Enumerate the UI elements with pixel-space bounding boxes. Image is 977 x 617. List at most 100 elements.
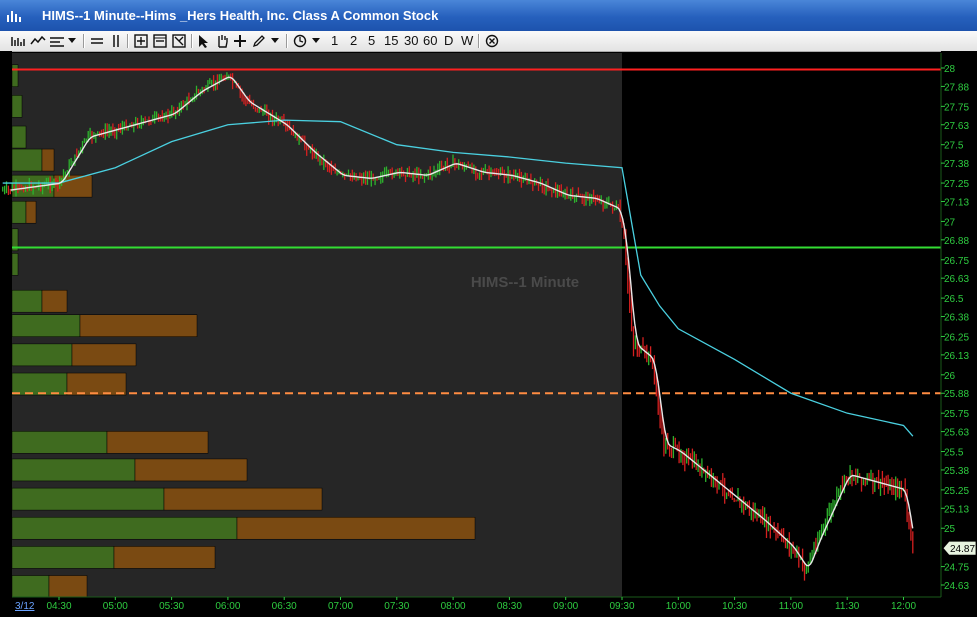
chart-app-icon	[7, 11, 21, 22]
price-tick-label: 26.5	[944, 294, 964, 305]
interval-day[interactable]: D	[444, 33, 453, 48]
time-tick-label: 08:00	[441, 601, 466, 612]
price-chart[interactable]: HIMS--1 Minute 28 27.88 27.75 27.63 27.5 27.38…	[0, 51, 977, 617]
price-tick-label: 25.13	[944, 504, 969, 515]
price-tick-label: 25.25	[944, 486, 969, 497]
price-tick-label: 27.38	[944, 159, 969, 170]
volume-profile-buy-bar	[11, 546, 115, 569]
chart-toolbar: 1 2 5 15 30 60 D W	[0, 31, 977, 52]
horizontal-lines-icon[interactable]	[90, 32, 104, 50]
time-tick-label: 05:30	[159, 601, 184, 612]
time-tick-label: 06:00	[215, 601, 240, 612]
time-tick-label: 09:00	[553, 601, 578, 612]
price-tick-label: 25	[944, 524, 956, 535]
hand-icon[interactable]	[214, 32, 230, 50]
interval-15[interactable]: 15	[384, 33, 398, 48]
dropdown-icon[interactable]	[311, 32, 321, 50]
price-tick-label: 27.25	[944, 179, 969, 190]
zoom-custom-icon[interactable]	[171, 32, 187, 50]
indicator-icon[interactable]	[48, 32, 66, 50]
draw-style-icon[interactable]	[29, 32, 47, 50]
pointer-icon[interactable]	[196, 32, 212, 50]
interval-1[interactable]: 1	[331, 33, 338, 48]
price-tick-label: 26.13	[944, 351, 969, 362]
volume-profile-buy-bar	[11, 289, 43, 313]
interval-2[interactable]: 2	[350, 33, 357, 48]
volume-profile-buy-bar	[11, 575, 50, 598]
volume-profile-sell-bar	[71, 343, 137, 367]
volume-profile-buy-bar	[11, 343, 73, 367]
volume-profile-sell-bar	[106, 431, 209, 454]
volume-profile-buy-bar	[11, 516, 238, 540]
volume-profile-buy-bar	[11, 253, 19, 276]
price-tick-label: 25.63	[944, 428, 969, 439]
volume-profile-buy-bar	[11, 95, 23, 118]
volume-profile-buy-bar	[11, 200, 27, 224]
date-label: 3/12	[15, 601, 35, 612]
volume-profile-sell-bar	[236, 516, 476, 540]
price-tick-label: 26.75	[944, 256, 969, 267]
close-circle-icon[interactable]	[484, 32, 500, 50]
pencil-icon[interactable]	[251, 32, 267, 50]
price-tick-label: 25.75	[944, 409, 969, 420]
volume-profile-sell-bar	[66, 372, 127, 396]
volume-profile-buy-bar	[11, 458, 136, 482]
last-price-label: 24.87	[950, 544, 975, 555]
interval-60[interactable]: 60	[423, 33, 437, 48]
volume-profile-sell-bar	[79, 314, 198, 337]
chart-style-icon[interactable]	[10, 32, 26, 50]
price-tick-label: 27.63	[944, 121, 969, 132]
interval-30[interactable]: 30	[404, 33, 418, 48]
volume-profile-buy-bar	[11, 431, 108, 454]
time-tick-label: 07:30	[384, 601, 409, 612]
price-tick-label: 24.63	[944, 581, 969, 592]
time-tick-label: 08:30	[497, 601, 522, 612]
window-title: HIMS--1 Minute--Hims _Hers Health, Inc. …	[42, 8, 439, 23]
price-tick-label: 26.38	[944, 313, 969, 324]
time-tick-label: 11:00	[779, 601, 804, 612]
clock-icon[interactable]	[292, 32, 308, 50]
price-tick-label: 26.25	[944, 332, 969, 343]
price-tick-label: 27.88	[944, 82, 969, 93]
price-tick-label: 24.75	[944, 563, 969, 574]
volume-profile-sell-bar	[163, 487, 323, 511]
chart-watermark-title: HIMS--1 Minute	[471, 274, 579, 291]
volume-profile-sell-bar	[41, 148, 55, 172]
crosshair-icon[interactable]	[232, 32, 248, 50]
price-tick-label: 26	[944, 371, 956, 382]
time-tick-label: 10:30	[722, 601, 747, 612]
volume-profile-sell-bar	[41, 289, 68, 313]
time-tick-label: 12:00	[891, 601, 916, 612]
volume-profile-sell-bar	[25, 200, 37, 224]
volume-profile-sell-bar	[134, 458, 248, 482]
volume-profile-buy-bar	[11, 64, 19, 87]
volume-profile-buy-bar	[11, 148, 43, 172]
interval-week[interactable]: W	[461, 33, 473, 48]
time-tick-label: 07:00	[328, 601, 353, 612]
volume-profile-buy-bar	[11, 487, 165, 511]
price-tick-label: 27.5	[944, 141, 964, 152]
price-tick-label: 25.88	[944, 389, 969, 400]
zoom-out-icon[interactable]	[152, 32, 168, 50]
dropdown-icon[interactable]	[270, 32, 280, 50]
zoom-fit-icon[interactable]	[133, 32, 149, 50]
time-tick-label: 06:30	[272, 601, 297, 612]
volume-profile-buy-bar	[11, 372, 68, 396]
dropdown-icon[interactable]	[67, 32, 77, 50]
price-tick-label: 27	[944, 217, 956, 228]
volume-profile-sell-bar	[113, 546, 216, 569]
time-axis-background	[0, 597, 977, 617]
price-tick-label: 25.38	[944, 466, 969, 477]
interval-5[interactable]: 5	[368, 33, 375, 48]
time-tick-label: 11:30	[835, 601, 860, 612]
volume-profile-buy-bar	[11, 314, 81, 337]
left-margin	[0, 51, 12, 617]
price-tick-label: 26.63	[944, 274, 969, 285]
price-tick-label: 27.75	[944, 102, 969, 113]
volume-profile-buy-bar	[11, 125, 27, 149]
time-tick-label: 04:30	[46, 601, 71, 612]
volume-profile-sell-bar	[48, 575, 88, 598]
price-tick-label: 25.5	[944, 448, 964, 459]
price-tick-label: 26.88	[944, 236, 969, 247]
vertical-lines-icon[interactable]	[109, 32, 123, 50]
